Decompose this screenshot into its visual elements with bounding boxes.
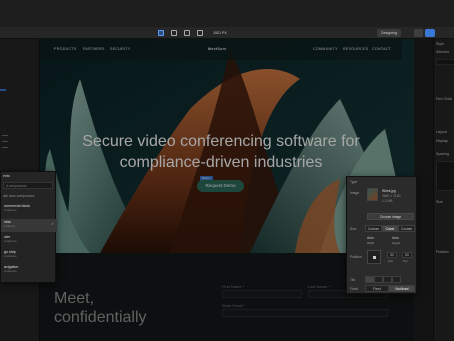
position-left-label: Left [388,259,393,263]
size-option-contain[interactable]: Contain [398,225,415,232]
tile-vertical-icon[interactable] [383,276,392,283]
fixed-option-not-fixed[interactable]: Not fixed [389,285,415,292]
position-y-input[interactable]: 50 [402,252,412,258]
component-search-input[interactable]: d components [3,182,53,189]
width-label: Width [367,241,375,245]
tile-label: Tile [350,278,356,282]
image-file-size: 1.2 MB [382,199,393,203]
size-option-custom[interactable]: Custom [365,225,382,232]
position-grid[interactable] [367,250,381,264]
tablet-breakpoint-icon[interactable] [171,30,177,36]
mode-selector[interactable]: Designing [377,29,401,37]
components-panel: ents d components ate new component omme… [0,171,57,283]
background-image-settings: Type Image Wires.jpg 3840 × 2160 1.2 MB … [346,176,417,294]
component-item-subtitle: instances [4,269,17,273]
component-item-selected[interactable]: ntas instance ✓ [1,219,57,232]
canvas-size-readout: 1921 PX [213,30,227,35]
component-item[interactable]: oter instances [1,234,57,247]
size-label: Size [350,227,357,231]
position-top-label: Top [403,259,408,263]
component-item-subtitle: instances [4,208,17,212]
choose-image-button[interactable]: Choose image [367,213,414,220]
share-button[interactable] [414,29,423,37]
tile-horizontal-icon[interactable] [374,276,383,283]
component-item-subtitle: instances [4,239,17,243]
component-item-subtitle: instance [4,224,16,228]
image-file-name: Wires.jpg [382,189,396,193]
desktop-breakpoint-icon[interactable] [158,30,164,36]
top-toolbar: 1921 PX Designing [0,27,454,39]
position-label: Position [350,255,362,259]
component-item[interactable]: go strip instances [1,249,57,262]
height-value[interactable]: Auto [392,236,399,240]
designer-app: 1921 PX Designing PRODUCTS PARTNERS SECU… [0,0,454,341]
components-panel-title: ents [3,174,10,178]
type-label: Type [350,180,358,184]
tile-both-icon[interactable] [365,276,374,283]
width-value[interactable]: Auto [367,236,374,240]
component-item[interactable]: avigation instances [1,264,57,277]
mobile-portrait-icon[interactable] [197,30,203,36]
component-item-subtitle: instances [4,254,17,258]
component-item[interactable]: ommercial block instances [1,203,57,216]
check-icon: ✓ [50,222,54,226]
position-x-input[interactable]: 50 [387,252,397,258]
height-label: Height [392,241,401,245]
tile-none-icon[interactable] [392,276,401,283]
image-thumbnail[interactable] [367,188,378,201]
publish-button[interactable] [425,29,435,37]
image-dimensions: 3840 × 2160 [382,194,401,198]
mobile-landscape-icon[interactable] [184,30,190,36]
size-option-cover[interactable]: Cover [382,225,398,232]
position-dot [373,256,376,259]
fixed-label: Fixed [350,287,359,291]
image-label: Image [350,191,360,195]
create-component-button[interactable]: ate new component [3,194,34,198]
fixed-option-fixed[interactable]: Fixed [365,285,389,292]
